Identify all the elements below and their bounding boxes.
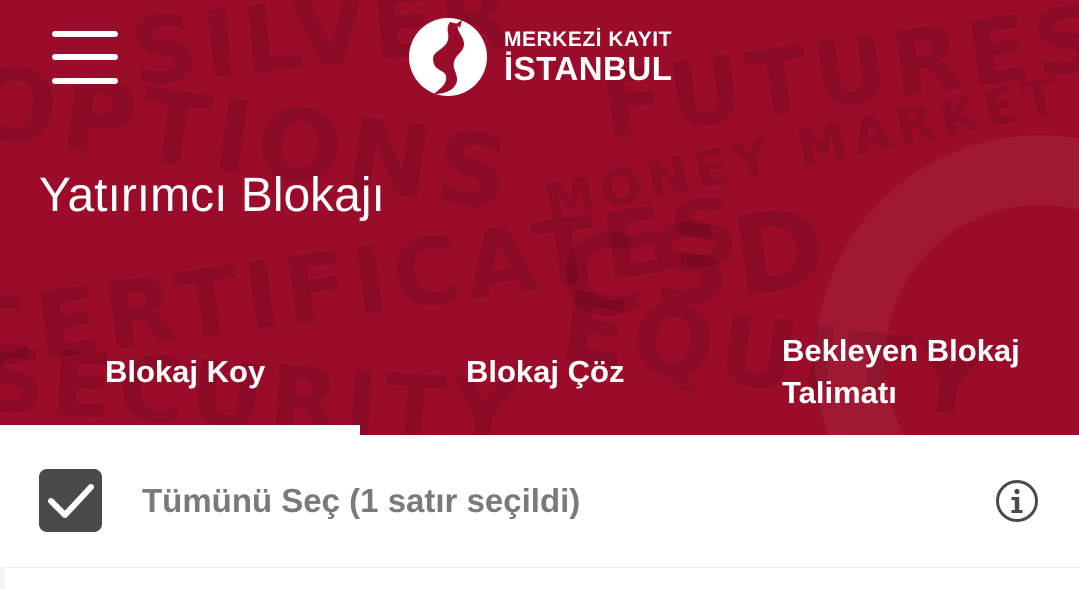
tab-bekleyen-blokaj-talimati[interactable]: Bekleyen Blokaj Talimatı	[782, 330, 1062, 414]
brand-line-2: İSTANBUL	[504, 50, 673, 87]
select-all-row: Tümünü Seç (1 satır seçildi)	[0, 435, 1079, 567]
page-title: Yatırımcı Blokajı	[39, 169, 385, 222]
active-tab-indicator	[0, 425, 360, 435]
select-all-label: Tümünü Seç (1 satır seçildi)	[142, 482, 581, 519]
brand-line-1: MERKEZİ KAYIT	[504, 28, 672, 51]
hamburger-menu-icon[interactable]	[50, 30, 120, 86]
watermark-word: CSD	[552, 181, 839, 347]
brand-logo-mark-icon	[409, 18, 487, 96]
list-card	[5, 567, 1079, 589]
tab-blokaj-koy[interactable]: Blokaj Koy	[105, 351, 265, 393]
tab-blokaj-coz[interactable]: Blokaj Çöz	[466, 351, 624, 393]
brand-logo: MERKEZİ KAYIT İSTANBUL	[408, 16, 678, 98]
info-icon[interactable]	[995, 479, 1039, 523]
select-all-checkbox[interactable]	[39, 469, 102, 532]
checkmark-icon	[48, 484, 94, 518]
header: SILVER FUTURES OPTIONS MONEY MARKET CSD …	[0, 0, 1079, 435]
